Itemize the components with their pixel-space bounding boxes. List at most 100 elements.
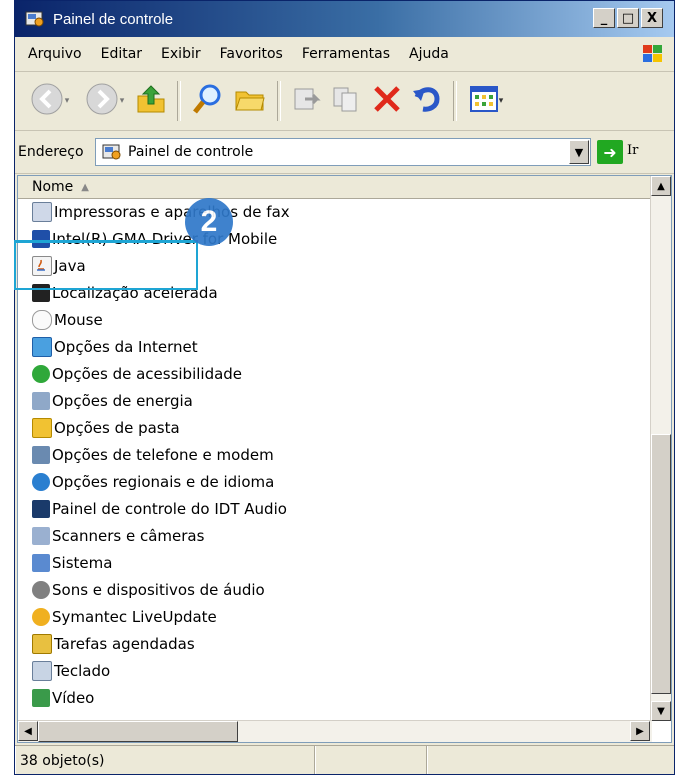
status-bar: 38 objeto(s) [15, 745, 674, 774]
close-button[interactable]: X [641, 8, 663, 28]
chevron-down-icon: ▼ [574, 145, 584, 159]
vertical-scroll-thumb[interactable] [651, 434, 671, 694]
folders-icon [233, 82, 267, 120]
list-item[interactable]: Symantec LiveUpdate [18, 603, 652, 630]
menu-ajuda[interactable]: Ajuda [409, 46, 449, 62]
forward-arrow-icon [84, 81, 120, 121]
list-item[interactable]: Mouse [18, 306, 652, 333]
horizontal-scrollbar[interactable]: ◀ ▶ [18, 720, 652, 742]
copy-to-icon [331, 83, 363, 119]
video-icon [32, 688, 50, 707]
list-item[interactable]: Opções de energia [18, 387, 652, 414]
delete-x-icon [371, 83, 403, 119]
go-arrow-icon: ➜ [603, 142, 617, 162]
column-header-name[interactable]: Nome ▲ [18, 176, 652, 199]
menu-bar: Arquivo Editar Exibir Favoritos Ferramen… [15, 37, 674, 72]
list-item[interactable]: Opções de telefone e modem [18, 441, 652, 468]
scroll-up-button[interactable]: ▲ [651, 176, 671, 196]
standard-toolbar: ▾ ▾ ▾ [15, 72, 674, 131]
column-header-label: Nome [32, 179, 74, 195]
address-dropdown-button[interactable]: ▼ [569, 140, 589, 164]
address-field[interactable]: Painel de controle ▼ [95, 138, 591, 166]
keyboard-icon [32, 660, 52, 681]
list-item[interactable]: Vídeo [18, 684, 652, 711]
list-item[interactable]: Impressoras e aparelhos de fax [18, 198, 652, 225]
phone-modem-icon [32, 445, 50, 464]
list-item[interactable]: Sistema [18, 549, 652, 576]
move-to-button[interactable] [287, 82, 327, 120]
list-item[interactable]: Scanners e câmeras [18, 522, 652, 549]
list-item[interactable]: Tarefas agendadas [18, 630, 652, 657]
list-item[interactable]: Opções regionais e de idioma [18, 468, 652, 495]
scroll-down-button[interactable]: ▼ [651, 701, 671, 721]
system-icon [32, 553, 50, 572]
scroll-right-button[interactable]: ▶ [630, 721, 650, 741]
list-item[interactable]: Opções de pasta [18, 414, 652, 441]
forward-dropdown-icon[interactable]: ▾ [120, 96, 125, 106]
scroll-up-icon: ▲ [657, 180, 665, 192]
control-panel-icon [102, 143, 122, 161]
scanner-icon [32, 526, 50, 545]
object-count: 38 objeto(s) [20, 752, 105, 769]
windows-logo-icon [640, 42, 666, 66]
folders-button[interactable] [229, 82, 271, 120]
status-panel [315, 746, 427, 774]
views-button[interactable]: ▾ [463, 82, 509, 120]
scheduled-tasks-icon [32, 633, 52, 654]
copy-to-button[interactable] [327, 82, 367, 120]
status-panel [427, 746, 673, 774]
go-label[interactable]: Ir [627, 143, 638, 158]
printer-icon [32, 201, 52, 222]
back-dropdown-icon[interactable]: ▾ [65, 96, 70, 106]
list-item[interactable]: Opções da Internet [18, 333, 652, 360]
menu-ferramentas[interactable]: Ferramentas [302, 46, 390, 62]
list-item[interactable]: Teclado [18, 657, 652, 684]
list-item[interactable]: Painel de controle do IDT Audio [18, 495, 652, 522]
scroll-left-button[interactable]: ◀ [18, 721, 38, 741]
audio-icon [32, 499, 50, 518]
forward-button[interactable]: ▾ [77, 82, 131, 120]
menu-editar[interactable]: Editar [101, 46, 142, 62]
address-bar: Endereço Painel de controle ▼ ➜ Ir [15, 131, 674, 174]
menu-favoritos[interactable]: Favoritos [220, 46, 283, 62]
search-icon [191, 82, 225, 120]
toolbar-separator [277, 81, 281, 121]
menu-exibir[interactable]: Exibir [161, 46, 201, 62]
minimize-button[interactable]: _ [593, 8, 615, 28]
up-folder-button[interactable] [131, 82, 171, 120]
scroll-down-icon: ▼ [657, 705, 665, 717]
scroll-right-icon: ▶ [636, 725, 644, 737]
title-bar[interactable]: Painel de controle _ □ X [15, 1, 674, 37]
java-highlight-box [14, 240, 198, 290]
menu-arquivo[interactable]: Arquivo [28, 46, 82, 62]
explorer-window: Painel de controle _ □ X Arquivo Editar … [14, 0, 675, 775]
step-number-badge: 2 [185, 198, 233, 246]
delete-button[interactable] [367, 82, 407, 120]
address-value: Painel de controle [128, 144, 254, 160]
back-button[interactable]: ▾ [21, 82, 77, 120]
mouse-icon [32, 309, 52, 330]
undo-icon [411, 83, 443, 119]
speaker-icon [32, 580, 50, 599]
address-label: Endereço [18, 144, 84, 160]
list-item[interactable]: Opções de acessibilidade [18, 360, 652, 387]
internet-options-icon [32, 336, 52, 357]
accessibility-icon [32, 364, 50, 383]
power-icon [32, 391, 50, 410]
sort-ascending-icon: ▲ [81, 181, 89, 193]
vertical-scrollbar[interactable]: ▲ ▼ [650, 176, 671, 721]
maximize-button[interactable]: □ [617, 8, 639, 28]
status-panel-count: 38 objeto(s) [15, 746, 315, 774]
move-to-icon [291, 83, 323, 119]
toolbar-separator [453, 81, 457, 121]
up-folder-icon [134, 82, 168, 120]
list-item[interactable]: Sons e dispositivos de áudio [18, 576, 652, 603]
globe-icon [32, 472, 50, 491]
horizontal-scroll-thumb[interactable] [38, 721, 238, 742]
views-dropdown-icon[interactable]: ▾ [499, 96, 504, 106]
scroll-left-icon: ◀ [24, 725, 32, 737]
search-button[interactable] [187, 82, 229, 120]
undo-button[interactable] [407, 82, 447, 120]
go-button[interactable]: ➜ [597, 140, 623, 164]
back-arrow-icon [29, 81, 65, 121]
